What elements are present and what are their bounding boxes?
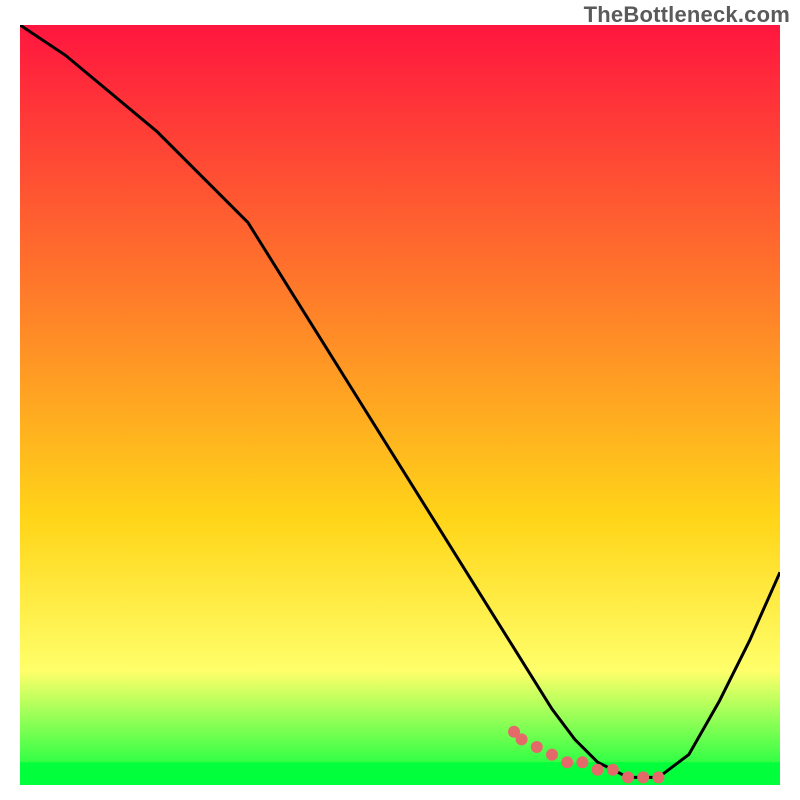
bottleneck-chart: TheBottleneck.com xyxy=(0,0,800,800)
optimal-band xyxy=(20,762,780,785)
marker-dot xyxy=(561,756,573,768)
marker-dot xyxy=(531,741,543,753)
plot-area xyxy=(20,25,780,785)
marker-dot xyxy=(592,764,604,776)
marker-dot xyxy=(622,771,634,783)
marker-dot xyxy=(546,749,558,761)
marker-dot xyxy=(607,764,619,776)
marker-dot xyxy=(576,756,588,768)
gradient-background xyxy=(20,25,780,785)
marker-dot xyxy=(516,733,528,745)
chart-svg xyxy=(20,25,780,785)
marker-dot xyxy=(652,771,664,783)
marker-dot xyxy=(637,771,649,783)
